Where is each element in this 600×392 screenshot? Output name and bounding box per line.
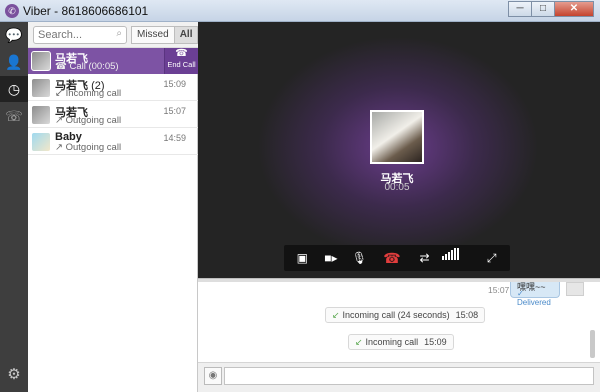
- left-navigation: 💬 👤 ◷ ☏: [0, 22, 28, 392]
- call-type: ↗ Outgoing call: [55, 142, 122, 153]
- incoming-arrow-icon: ↙: [355, 337, 363, 347]
- call-event: ↙ Incoming call (24 seconds) 15:08: [325, 307, 486, 323]
- window-controls: ─ □ ✕: [508, 1, 594, 17]
- phone-keypad-icon[interactable]: ☏: [0, 103, 28, 129]
- search-icon: ⌕: [116, 28, 122, 39]
- hangup-icon: ☎: [175, 48, 188, 59]
- video-camera-icon[interactable]: ■▸: [320, 248, 342, 268]
- call-time: 15:07: [163, 106, 186, 116]
- call-type: ↗ Outgoing call: [55, 115, 122, 126]
- avatar: [31, 105, 51, 125]
- filter-toggle: Missed All: [131, 26, 199, 44]
- clock-icon[interactable]: ◷: [0, 76, 28, 102]
- keypad-screen-icon[interactable]: ▣: [291, 248, 313, 268]
- transfer-icon[interactable]: ⇄: [414, 248, 436, 268]
- volume-slider[interactable]: [442, 248, 474, 268]
- title-bar: ✆ Viber - 8618606686101 ─ □ ✕: [0, 0, 600, 22]
- end-call-button[interactable]: ☎ End Call: [164, 48, 198, 74]
- call-controls: ▣ ■▸ 🎙 ☎ ⇄ ⤢: [284, 245, 510, 271]
- message-input[interactable]: [224, 367, 594, 385]
- chat-bubbles-icon[interactable]: 💬: [0, 22, 28, 48]
- scrollbar[interactable]: [590, 330, 595, 358]
- hangup-button[interactable]: ☎: [377, 248, 407, 268]
- message-composer: ◉: [198, 362, 600, 392]
- conversation-view: 15:07 嘿嘿~~ ✓ Delivered ↙ Incoming call (2…: [198, 282, 600, 362]
- recent-row[interactable]: 马若飞 ↗ Outgoing call 15:07: [28, 102, 198, 128]
- incoming-arrow-icon: ↙: [332, 310, 340, 320]
- end-call-label: End Call: [167, 60, 196, 69]
- delivered-status: ✓ Delivered: [517, 289, 551, 307]
- call-status: ☎ Call (00:05): [55, 61, 119, 72]
- message-bubble: 嘿嘿~~ ✓ Delivered: [510, 282, 560, 307]
- filter-all-button[interactable]: All: [173, 26, 199, 44]
- microphone-icon[interactable]: 🎙: [348, 248, 370, 268]
- fullscreen-icon[interactable]: ⤢: [481, 248, 503, 268]
- close-button[interactable]: ✕: [554, 1, 594, 17]
- phone-icon: ☎: [55, 61, 70, 72]
- call-type: ↙ Incoming call: [55, 88, 122, 99]
- person-icon[interactable]: 👤: [0, 49, 28, 75]
- camera-icon[interactable]: ◉: [204, 367, 222, 385]
- volume-bars: [442, 248, 474, 260]
- filter-missed-button[interactable]: Missed: [131, 26, 175, 44]
- caller-photo: [370, 110, 424, 164]
- recents-panel: ⌕ Missed All 马若飞 ☎ Call (00:05) ☎ End Ca…: [28, 22, 199, 392]
- minimize-button[interactable]: ─: [508, 1, 532, 17]
- recent-row[interactable]: 马若飞 (2) ↙ Incoming call 15:09: [28, 75, 198, 101]
- call-time: 15:09: [163, 79, 186, 89]
- viber-logo-icon: ✆: [5, 4, 19, 18]
- incoming-arrow-icon: ↙: [55, 88, 66, 99]
- my-avatar: [566, 282, 584, 296]
- call-time: 14:59: [163, 133, 186, 143]
- search-bar: ⌕ Missed All: [28, 22, 199, 48]
- avatar: [31, 132, 51, 152]
- call-duration: 00:05: [384, 182, 410, 193]
- maximize-button[interactable]: □: [531, 1, 555, 17]
- message-time: 15:07: [488, 285, 510, 295]
- window-title: Viber - 8618606686101: [23, 4, 149, 18]
- active-call-view: 马若飞 00:05 ▣ ■▸ 🎙 ☎ ⇄ ⤢: [198, 22, 600, 278]
- recent-row[interactable]: Baby ↗ Outgoing call 14:59: [28, 129, 198, 155]
- avatar: [31, 51, 51, 71]
- outgoing-arrow-icon: ↗: [55, 115, 66, 126]
- outgoing-arrow-icon: ↗: [55, 142, 66, 153]
- avatar: [31, 78, 51, 98]
- search-input[interactable]: [38, 27, 112, 43]
- search-box[interactable]: ⌕: [33, 26, 127, 44]
- recent-row-active-call[interactable]: 马若飞 ☎ Call (00:05) ☎ End Call: [28, 48, 198, 74]
- call-event: ↙ Incoming call 15:09: [348, 334, 454, 350]
- settings-gear-icon[interactable]: ⚙: [5, 366, 23, 384]
